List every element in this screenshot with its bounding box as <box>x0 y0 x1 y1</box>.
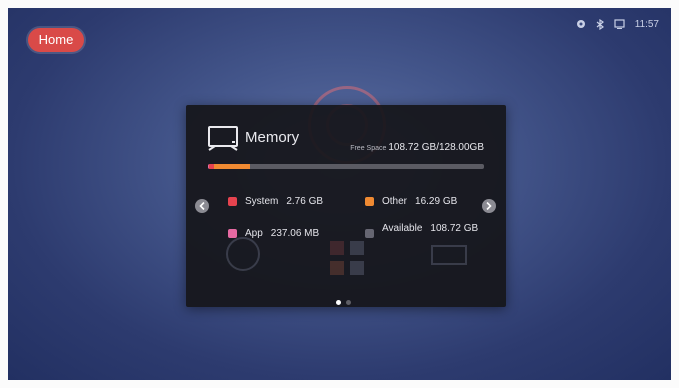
legend-label-app: App <box>245 228 263 239</box>
page-dot-2[interactable] <box>346 300 351 305</box>
legend-label-available: Available <box>382 223 423 234</box>
ghost-rect-icon <box>431 245 467 265</box>
settings-icon <box>576 19 586 29</box>
legend-item-app: App 237.06 MB <box>228 228 319 240</box>
legend-item-system: System 2.76 GB <box>228 196 323 208</box>
usage-segment-other <box>214 164 250 169</box>
free-space: Free Space 108.72 GB/128.00GB <box>350 137 484 155</box>
ghost-grid-icon <box>330 241 364 275</box>
home-button[interactable]: Home <box>28 28 84 52</box>
legend-swatch-system <box>228 197 237 206</box>
tv-screen: Home 11:57 Memory Free Space 108.72 GB/1… <box>8 8 671 380</box>
memory-panel: Memory Free Space 108.72 GB/128.00GB Syst… <box>186 105 506 307</box>
legend-value-system: 2.76 GB <box>286 196 324 207</box>
legend-swatch-other <box>365 197 374 206</box>
page-dot-1[interactable] <box>336 300 341 305</box>
previous-page-button[interactable] <box>195 199 209 213</box>
bluetooth-icon <box>596 18 604 30</box>
next-page-button[interactable] <box>482 199 496 213</box>
screen-icon <box>614 19 625 29</box>
legend-swatch-app <box>228 229 237 238</box>
tv-icon <box>208 126 238 151</box>
free-space-label: Free Space <box>350 145 387 152</box>
legend-label-system: System <box>245 196 279 207</box>
ghost-circle-icon <box>226 237 260 271</box>
legend-value-other: 16.29 GB <box>415 196 458 207</box>
legend-value-available: 108.72 GB <box>430 223 479 234</box>
legend-item-available: Available 108.72 GB <box>365 223 482 238</box>
clock-time: 11:57 <box>634 18 659 30</box>
storage-usage-bar <box>208 164 484 169</box>
chevron-left-icon <box>199 202 205 210</box>
memory-title: Memory <box>245 129 300 146</box>
legend-swatch-available <box>365 229 374 238</box>
status-bar: 11:57 <box>576 16 659 32</box>
chevron-right-icon <box>486 202 492 210</box>
legend-label-other: Other <box>382 196 408 207</box>
page-indicator <box>336 300 351 305</box>
legend-item-other: Other 16.29 GB <box>365 196 457 208</box>
free-space-value: 108.72 GB/128.00GB <box>388 142 484 153</box>
legend-value-app: 237.06 MB <box>270 228 320 239</box>
